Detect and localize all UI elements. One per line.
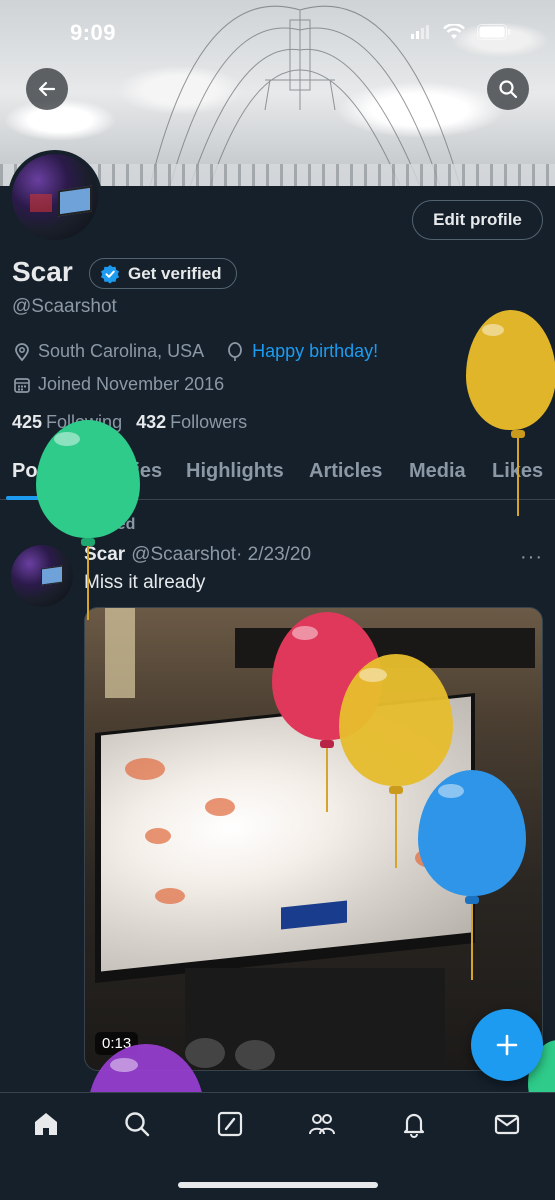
balloon-icon (228, 341, 242, 361)
profile-name: Scar (12, 256, 73, 287)
search-button[interactable] (487, 68, 529, 110)
post-more-icon[interactable]: ··· (520, 546, 543, 569)
get-verified-button[interactable]: Get verified (89, 258, 237, 289)
balloon-blue (418, 770, 526, 980)
back-button[interactable] (26, 68, 68, 110)
balloon-green (36, 420, 140, 620)
communities-icon (309, 1114, 335, 1135)
profile-meta-location: South Carolina, USA Happy birthday! (12, 341, 378, 362)
balloon-yellow (466, 310, 555, 516)
nav-grok[interactable] (215, 1109, 245, 1139)
post-author-handle[interactable]: @Scaarshot (131, 544, 236, 565)
status-time: 9:09 (70, 20, 117, 45)
profile-meta-joined: Joined November 2016 (12, 374, 224, 395)
home-icon (35, 1113, 57, 1135)
video-scene-spot (205, 798, 235, 816)
nav-search[interactable] (122, 1109, 152, 1139)
nav-notifications[interactable] (399, 1109, 429, 1139)
video-scene-knob (235, 1040, 275, 1070)
avatar-monitor (58, 185, 92, 217)
profile-avatar[interactable] (8, 150, 102, 244)
profile-handle: @Scaarshot (12, 296, 117, 317)
tab-highlights[interactable]: Highlights (186, 460, 284, 483)
notifications-icon (403, 1113, 425, 1138)
followers-label: Followers (170, 412, 248, 432)
location-text: South Carolina, USA (38, 341, 205, 361)
birthday-link[interactable]: Happy birthday! (252, 341, 378, 362)
status-bar: 9:09 (0, 14, 555, 54)
tab-articles[interactable]: Articles (309, 460, 382, 483)
search-icon (499, 80, 518, 99)
followers-count: 432 (136, 412, 167, 432)
plus-icon (496, 1034, 518, 1056)
nav-home[interactable] (31, 1109, 61, 1139)
status-icons (411, 24, 511, 40)
cellular-icon (411, 25, 429, 39)
get-verified-label: Get verified (128, 263, 222, 283)
home-indicator (178, 1182, 378, 1188)
compose-fab-button[interactable] (471, 1009, 543, 1081)
calendar-icon (14, 377, 30, 393)
battery-icon (477, 24, 511, 40)
compose-icon (217, 1111, 243, 1137)
nav-messages[interactable] (492, 1109, 522, 1139)
joined-text: Joined November 2016 (38, 374, 225, 394)
post-date: · 2/23/20 (236, 544, 312, 565)
wifi-icon (443, 24, 465, 39)
arrow-left-icon (38, 81, 56, 97)
followers-link[interactable]: 432 Followers (136, 412, 247, 433)
nav-communities[interactable] (307, 1109, 337, 1139)
edit-profile-button[interactable]: Edit profile (412, 200, 543, 240)
video-scene-pillar (105, 608, 135, 698)
messages-icon (494, 1114, 520, 1135)
tab-media[interactable]: Media (409, 460, 466, 483)
search-icon (125, 1112, 150, 1137)
video-scene-spot (155, 888, 185, 904)
verified-badge-icon (101, 264, 119, 284)
avatar-light (30, 194, 52, 212)
location-pin-icon (15, 342, 29, 361)
video-scene-spot (145, 828, 171, 844)
video-scene-spot (125, 758, 165, 780)
